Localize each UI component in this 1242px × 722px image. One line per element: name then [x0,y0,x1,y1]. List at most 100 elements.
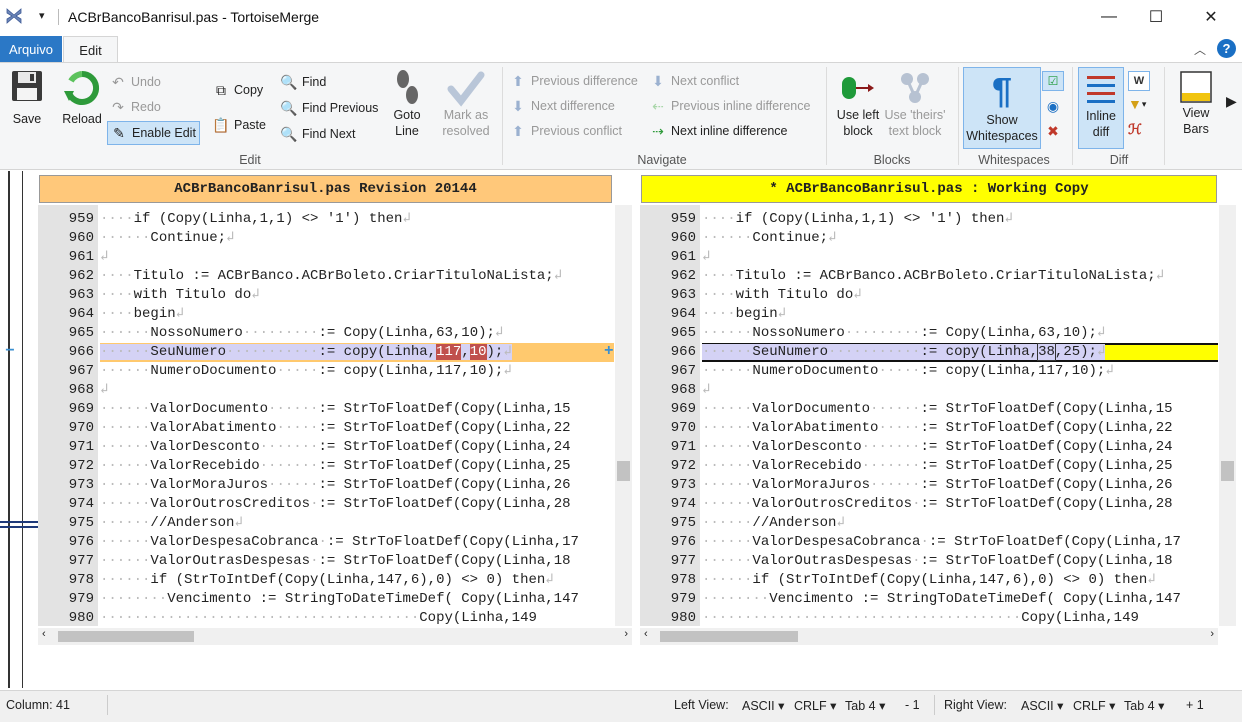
use-theirs-text-block-button[interactable]: Use 'theirs' text block [880,69,950,139]
reload-button[interactable]: Reload [58,69,106,127]
left-pane[interactable]: ACBrBancoBanrisul.pas Revision 20144 ···… [5,171,636,649]
right-vscroll-thumb[interactable] [1221,461,1234,481]
code-line[interactable]: ····if (Copy(Linha,1,1) <> '1') then↲ [100,210,411,229]
code-line[interactable]: ······NossoNumero·········:= Copy(Linha,… [702,324,1105,343]
left-hscroll-thumb[interactable] [58,631,194,642]
right-horizontal-scrollbar[interactable]: ‹ › [640,628,1218,645]
code-line[interactable]: ········Vencimento := StringToDateTimeDe… [100,590,579,609]
code-line[interactable]: ······SeuNumero···········:= copy(Linha,… [702,343,1218,362]
code-line[interactable]: ····if (Copy(Linha,1,1) <> '1') then↲ [702,210,1013,229]
code-line[interactable]: ····with Titulo do↲ [702,286,862,305]
code-line[interactable]: ······ValorMoraJuros······:= StrToFloatD… [702,476,1173,495]
code-line[interactable]: ······ValorDespesaCobranca·:= StrToFloat… [702,533,1181,552]
find-previous-button[interactable]: 🔍 Find Previous [280,100,378,116]
left-vertical-scrollbar[interactable] [615,205,632,626]
left-code-view[interactable]: ····if (Copy(Linha,1,1) <> '1') then↲ ···… [100,205,614,626]
save-button[interactable]: Save [6,69,48,127]
code-line[interactable]: ······NossoNumero·········:= Copy(Linha,… [100,324,503,343]
code-line[interactable]: ······ValorRecebido·······:= StrToFloatD… [100,457,571,476]
filter-dropdown[interactable]: ▼ ▾ [1128,96,1146,112]
code-line[interactable]: ······ValorOutrosCreditos·:= StrToFloatD… [100,495,571,514]
right-pane[interactable]: * ACBrBancoBanrisul.pas : Working Copy ·… [604,171,1242,649]
next-difference-button[interactable]: ⬇ Next difference [510,98,615,114]
previous-difference-button[interactable]: ⬆ Previous difference [510,73,638,89]
next-inline-difference-button[interactable]: ⇢ Next inline difference [650,123,787,139]
tab-arquivo[interactable]: Arquivo [0,36,62,62]
enable-edit-button[interactable]: ✎ Enable Edit [107,121,200,145]
code-line[interactable]: ······ValorOutrasDespesas·:= StrToFloatD… [702,552,1173,571]
code-line[interactable]: ↲ [100,248,108,267]
code-line[interactable]: ······//Anderson↲ [100,514,243,533]
ignore-all-whitespace-toggle[interactable]: ✖ [1042,121,1064,141]
collapse-ribbon-icon[interactable]: ︿ [1194,41,1206,58]
code-line[interactable]: ······//Anderson↲ [702,514,845,533]
code-line[interactable]: ······NumeroDocumento·····:= copy(Linha,… [702,362,1114,381]
code-line[interactable]: ····begin↲ [100,305,184,324]
code-line[interactable]: ····with Titulo do↲ [100,286,260,305]
right-vertical-scrollbar[interactable] [1219,205,1236,626]
code-line[interactable]: ······SeuNumero···········:= copy(Linha,… [100,343,614,362]
code-line[interactable]: ↲ [702,381,710,400]
code-line[interactable]: ······ValorDocumento······:= StrToFloatD… [100,400,571,419]
code-line[interactable]: ····Titulo := ACBrBanco.ACBrBoleto.Criar… [100,267,562,286]
ribbon-scroll-right-icon[interactable]: ▶ [1226,93,1237,110]
code-line[interactable]: ······ValorDesconto·······:= StrToFloatD… [100,438,571,457]
code-line[interactable]: ······································Co… [100,609,537,626]
ignore-whitespace-changes-toggle[interactable]: ◉ [1042,96,1064,116]
left-horizontal-scrollbar[interactable]: ‹ › [38,628,632,645]
code-line[interactable]: ······Continue;↲ [100,229,234,248]
find-button[interactable]: 🔍 Find [280,74,326,90]
location-bar[interactable] [0,171,38,688]
code-line[interactable]: ····begin↲ [702,305,786,324]
code-line[interactable]: ······Continue;↲ [702,229,836,248]
code-line[interactable]: ······NumeroDocumento·····:= copy(Linha,… [100,362,512,381]
code-line[interactable]: ······ValorDocumento······:= StrToFloatD… [702,400,1173,419]
redo-button[interactable]: ↷ Redo [110,99,161,115]
left-vscroll-thumb[interactable] [617,461,630,481]
code-line[interactable]: ······ValorMoraJuros······:= StrToFloatD… [100,476,571,495]
view-bars-button[interactable]: View Bars [1172,69,1220,137]
code-line[interactable]: ······································Co… [702,609,1139,626]
inline-diff-button[interactable]: Inline diff [1078,67,1124,149]
copy-button[interactable]: ⧉ Copy [213,82,263,98]
undo-button[interactable]: ↶ Undo [110,74,161,90]
mark-as-resolved-button[interactable]: Mark as resolved [437,69,495,139]
code-line[interactable]: ↲ [702,248,710,267]
ignore-whitespace-toggle[interactable]: ☑ [1042,71,1064,91]
code-line[interactable]: ↲ [100,381,108,400]
scroll-right-icon[interactable]: › [1210,628,1214,640]
quick-access-dropdown-icon[interactable]: ▾ [39,9,45,22]
case-toggle[interactable]: ℋ [1128,121,1142,138]
left-eol-dropdown[interactable]: CRLF ▾ [794,698,836,713]
code-line[interactable]: ······ValorAbatimento·····:= StrToFloatD… [100,419,571,438]
code-line[interactable]: ····Titulo := ACBrBanco.ACBrBoleto.Criar… [702,267,1164,286]
right-eol-dropdown[interactable]: CRLF ▾ [1073,698,1115,713]
goto-line-button[interactable]: Goto Line [386,69,428,139]
left-encoding-dropdown[interactable]: ASCII ▾ [742,698,784,713]
previous-inline-difference-button[interactable]: ⇠ Previous inline difference [650,98,810,114]
previous-conflict-button[interactable]: ⬆ Previous conflict [510,123,622,139]
code-line[interactable]: ······ValorDespesaCobranca·:= StrToFloat… [100,533,579,552]
tab-edit[interactable]: Edit [63,36,118,63]
code-line[interactable]: ······ValorAbatimento·····:= StrToFloatD… [702,419,1173,438]
code-line[interactable]: ······ValorRecebido·······:= StrToFloatD… [702,457,1173,476]
show-whitespaces-button[interactable]: ¶ Show Whitespaces [963,67,1041,149]
left-tab-dropdown[interactable]: Tab 4 ▾ [845,698,885,713]
paste-button[interactable]: 📋 Paste [212,117,266,133]
tortoisemerge-app-icon[interactable] [5,7,23,25]
scroll-right-icon[interactable]: › [624,628,628,640]
scroll-left-icon[interactable]: ‹ [42,628,46,640]
code-line[interactable]: ········Vencimento := StringToDateTimeDe… [702,590,1181,609]
right-tab-dropdown[interactable]: Tab 4 ▾ [1124,698,1164,713]
next-conflict-button[interactable]: ⬇ Next conflict [650,73,739,89]
word-wrap-toggle[interactable]: W [1128,71,1150,91]
use-left-block-button[interactable]: Use left block [832,69,884,139]
find-next-button[interactable]: 🔍 Find Next [280,126,355,142]
code-line[interactable]: ······ValorOutrosCreditos·:= StrToFloatD… [702,495,1173,514]
help-icon[interactable]: ? [1217,39,1236,58]
maximize-button[interactable]: ☐ [1133,0,1179,34]
code-line[interactable]: ······if (StrToIntDef(Copy(Linha,147,6),… [702,571,1156,590]
right-hscroll-thumb[interactable] [660,631,798,642]
close-button[interactable]: ✕ [1188,0,1234,34]
right-encoding-dropdown[interactable]: ASCII ▾ [1021,698,1063,713]
